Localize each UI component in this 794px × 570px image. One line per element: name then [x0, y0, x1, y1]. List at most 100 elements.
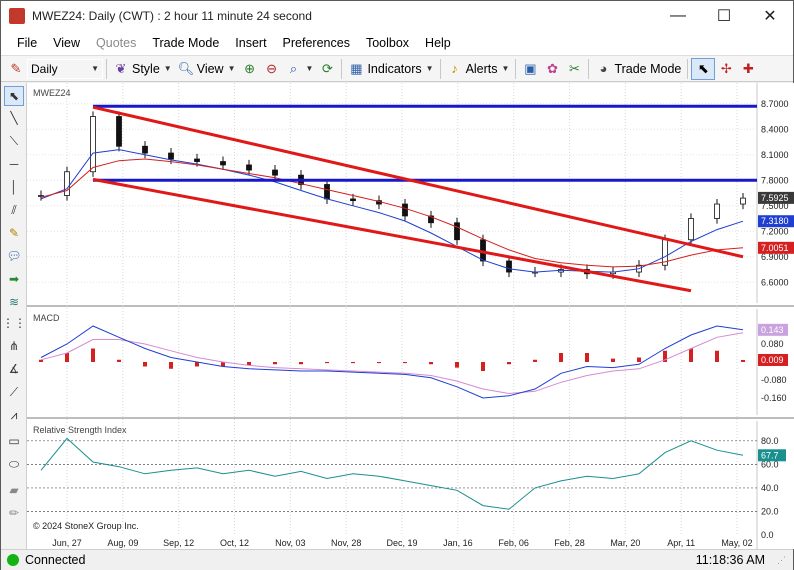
style-button[interactable]: ❦ Style ▼ [110, 58, 175, 80]
candle-body [324, 184, 330, 200]
channel-tool[interactable]: ⫽ [4, 200, 24, 220]
macd-histogram-bar [299, 362, 303, 365]
menu-preferences[interactable]: Preferences [275, 36, 358, 50]
chevron-down-icon: ▼ [163, 64, 172, 73]
pointer-button[interactable]: ⬉ [691, 57, 716, 80]
price-label-text: 7.0051 [761, 243, 789, 253]
zoom-in-button[interactable]: ⊕ [239, 58, 261, 80]
macd-tick-label: -0.080 [761, 375, 787, 385]
trade-mode-button[interactable]: ◕ Trade Mode [592, 58, 684, 80]
candle-body [740, 197, 746, 205]
app-window: MWEZ24: Daily (CWT) : 2 hour 11 minute 2… [0, 0, 794, 570]
connection-status-icon [7, 554, 19, 566]
rectangle-tool[interactable]: ▭ [4, 431, 24, 451]
view-button[interactable]: 🔍︎ View ▼ [175, 58, 239, 80]
chart-canvas[interactable]: Jun, 27 Aug, 09 Sep, 12 Oct, 12 Nov, 03 Nov, … [27, 83, 794, 549]
fibonacci-tool[interactable]: ≋ [4, 292, 24, 312]
menu-toolbox[interactable]: Toolbox [358, 36, 417, 50]
menu-quotes[interactable]: Quotes [88, 36, 144, 50]
crosshair-tool-button[interactable]: ✢ [715, 58, 737, 80]
menu-view[interactable]: View [45, 36, 88, 50]
macd-histogram-bar [273, 362, 277, 365]
ellipse-tool[interactable]: ⬭ [4, 454, 24, 474]
price-label-text: 7.3180 [761, 216, 789, 226]
candle-body [168, 152, 174, 160]
macd-histogram-bar [741, 359, 745, 362]
date-tick-label: May, 02 [721, 538, 752, 548]
vertical-line-tool[interactable]: │ [4, 177, 24, 197]
date-tick-label: Feb, 06 [498, 538, 529, 548]
date-tick-label: Oct, 12 [220, 538, 249, 548]
pointer-icon: ⬉ [697, 60, 709, 76]
cursor-tool-button[interactable]: ✚ [737, 58, 759, 80]
menu-trade-mode[interactable]: Trade Mode [144, 36, 227, 50]
macd-histogram-bar [507, 362, 511, 365]
zoom-icon: ⌕ [289, 60, 298, 76]
menu-file[interactable]: File [9, 36, 45, 50]
interval-select[interactable]: Daily ▼ [27, 58, 103, 79]
pencil-tool[interactable]: ✏ [4, 503, 24, 523]
eraser-icon: ▰ [9, 483, 19, 497]
note-tool[interactable]: ✎ [4, 223, 24, 243]
grid-tool[interactable]: ⋮⋮ [2, 313, 26, 333]
chart-area[interactable]: Jun, 27 Aug, 09 Sep, 12 Oct, 12 Nov, 03 Nov, … [27, 83, 794, 549]
price-tick-label: 8.7000 [761, 99, 789, 109]
refresh-icon: ⟳ [321, 60, 333, 76]
rsi-title: Relative Strength Index [33, 425, 127, 435]
indicators-button[interactable]: ▦ Indicators ▼ [345, 58, 436, 80]
date-tick-label: Nov, 03 [275, 538, 305, 548]
trade-mode-label: Trade Mode [614, 61, 682, 76]
menu-bar: File View Quotes Trade Mode Insert Prefe… [1, 31, 793, 55]
macd-value-text: 0.009 [761, 355, 784, 365]
alerts-label: Alerts [465, 61, 498, 76]
alerts-button[interactable]: ♪ Alerts ▼ [444, 58, 513, 80]
tools-button[interactable]: ✂ [563, 58, 585, 80]
template-button[interactable]: ▣ [519, 58, 541, 80]
zoom-menu-button[interactable]: ⌕ ▼ [283, 58, 317, 80]
app-logo-icon [9, 8, 25, 24]
palette-button[interactable]: ✿ [541, 58, 563, 80]
price-tick-label: 7.2000 [761, 226, 789, 236]
price-label-text: 7.5925 [761, 193, 789, 203]
pitchfork-tool[interactable]: ⋔ [4, 336, 24, 356]
refresh-button[interactable]: ⟳ [316, 58, 338, 80]
macd-histogram-bar [637, 357, 641, 362]
zoom-out-button[interactable]: ⊖ [261, 58, 283, 80]
rsi-tick-label: 20.0 [761, 507, 779, 517]
line-tool[interactable]: ╲ [4, 108, 24, 128]
close-button[interactable]: ✕ [747, 1, 793, 31]
horizontal-line-tool[interactable]: ─ [4, 154, 24, 174]
callout-tool[interactable]: 💬︎ [4, 246, 24, 266]
menu-help[interactable]: Help [417, 36, 459, 50]
gann-tool[interactable]: ∡ [4, 359, 24, 379]
macd-histogram-bar [377, 362, 381, 364]
date-tick-label: Aug, 09 [107, 538, 138, 548]
maximize-button[interactable]: ☐ [701, 1, 747, 31]
ray-tool[interactable]: ⟍ [4, 131, 24, 151]
macd-histogram-bar [351, 362, 355, 364]
minimize-button[interactable]: — [655, 1, 701, 31]
macd-histogram-bar [559, 353, 563, 362]
pin-button[interactable]: ✎ [5, 58, 27, 80]
resize-grip-icon[interactable]: ⋰ [777, 555, 789, 567]
tools-icon: ✂ [568, 60, 580, 76]
eraser-tool[interactable]: ▰ [4, 480, 24, 500]
pane-background [27, 309, 794, 415]
arrow-tool[interactable]: ➡ [4, 269, 24, 289]
note-icon: ✎ [8, 226, 20, 240]
copyright-text: © 2024 StoneX Group Inc. [33, 521, 139, 531]
macd-histogram-bar [715, 350, 719, 362]
menu-insert[interactable]: Insert [227, 36, 274, 50]
cycle-tool[interactable]: ⟋ [4, 382, 24, 402]
pointer-tool[interactable]: ⬉ [4, 86, 24, 106]
fan-tool[interactable]: ⩘ [4, 405, 24, 425]
chevron-down-icon: ▼ [305, 64, 314, 73]
candle-body [402, 203, 408, 217]
ellipse-icon: ⬭ [8, 456, 20, 471]
indicators-label: Indicators [367, 61, 422, 76]
macd-histogram-bar [117, 359, 121, 362]
toolbar: ✎ Daily ▼ ❦ Style ▼ 🔍︎ View ▼ ⊕ ⊖ ⌕ ▼ ⟳ ▦… [1, 55, 793, 82]
plus-cursor-icon: ✚ [742, 60, 754, 76]
macd-histogram-bar [533, 359, 537, 362]
channel-icon: ⫽ [11, 202, 17, 217]
